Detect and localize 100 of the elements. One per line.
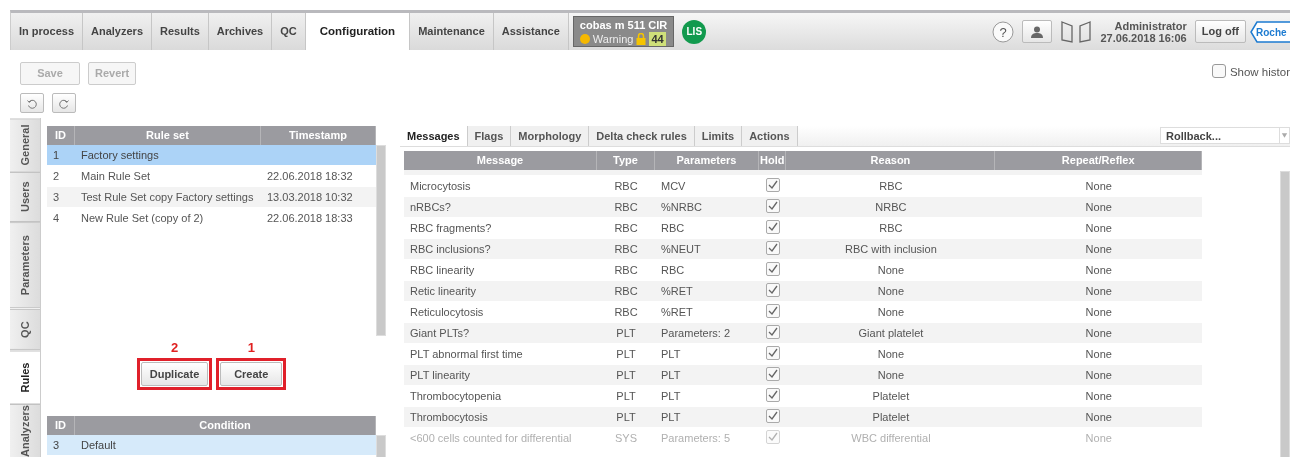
- hold-checkbox[interactable]: [765, 261, 780, 276]
- table-cell: RBC inclusions?: [404, 239, 597, 260]
- hold-checkbox[interactable]: [765, 345, 780, 360]
- tab[interactable]: Limits: [694, 126, 743, 146]
- nav-tab[interactable]: In process: [11, 13, 84, 50]
- column-header: Type: [597, 151, 655, 170]
- table-cell: 1: [47, 145, 75, 166]
- nav-tab[interactable]: Archives: [208, 13, 273, 50]
- show-history-label: Show histor: [1229, 65, 1290, 80]
- nav-tab[interactable]: Assistance: [493, 13, 569, 50]
- column-header: Condition: [75, 416, 376, 435]
- table-cell: PLT: [597, 365, 655, 386]
- table-cell: PLT: [597, 407, 655, 428]
- nav-tab[interactable]: Maintenance: [410, 13, 494, 50]
- tab[interactable]: Actions: [742, 126, 798, 146]
- column-header: Repeat/Reflex: [995, 151, 1202, 170]
- redo-icon: [59, 98, 69, 109]
- table-cell: Default: [75, 435, 376, 456]
- show-history-checkbox[interactable]: [1211, 64, 1226, 78]
- tab[interactable]: Delta check rules: [589, 126, 695, 146]
- table-cell: nRBCs?: [404, 197, 597, 218]
- user-icon: [1031, 26, 1044, 39]
- scrollbar[interactable]: [376, 145, 386, 336]
- log-off-button[interactable]: Log off: [1194, 20, 1246, 43]
- table-cell: 3: [47, 187, 75, 208]
- table-cell: PLT: [655, 407, 759, 428]
- column-header: ID: [47, 416, 75, 435]
- door-icon[interactable]: [1060, 19, 1093, 44]
- hold-checkbox[interactable]: [765, 408, 780, 423]
- column-header: Message: [404, 151, 597, 170]
- hold-checkbox[interactable]: [765, 198, 780, 213]
- user-button[interactable]: [1022, 20, 1053, 43]
- table-cell: None: [995, 239, 1202, 260]
- table-cell: PLT: [655, 365, 759, 386]
- tab[interactable]: Flags: [467, 126, 512, 146]
- table-cell: None: [995, 323, 1202, 344]
- side-tab[interactable]: Rules: [10, 349, 40, 404]
- table-cell: Parameters: 2: [655, 323, 759, 344]
- table-cell: NRBC: [786, 197, 996, 218]
- table-cell: None: [995, 407, 1202, 428]
- tab[interactable]: Messages: [400, 126, 468, 146]
- table-cell: Thrombocytosis: [404, 407, 597, 428]
- nav-tab[interactable]: Results: [152, 13, 209, 50]
- column-header: Parameters: [655, 151, 759, 170]
- help-icon[interactable]: ?: [992, 20, 1015, 43]
- redo-button[interactable]: [52, 92, 76, 113]
- annotation-number: 1: [246, 339, 256, 357]
- rollback-dropdown[interactable]: Rollback...: [1160, 127, 1290, 144]
- hold-checkbox[interactable]: [765, 303, 780, 318]
- column-header: Hold: [759, 151, 787, 170]
- hold-checkbox[interactable]: [765, 177, 780, 192]
- table-cell: RBC with inclusion: [786, 239, 996, 260]
- duplicate-button[interactable]: Duplicate: [140, 361, 209, 386]
- column-header: ID: [47, 126, 75, 145]
- tab[interactable]: Morphology: [511, 126, 590, 146]
- table-cell: PLT: [597, 323, 655, 344]
- column-header: Timestamp: [261, 126, 376, 145]
- hold-checkbox[interactable]: [765, 240, 780, 255]
- table-cell: None: [995, 197, 1202, 218]
- table-cell: Platelet: [786, 407, 996, 428]
- undo-button[interactable]: [20, 92, 44, 113]
- side-tab[interactable]: General: [10, 118, 40, 173]
- table-cell: RBC: [597, 239, 655, 260]
- table-cell: Giant PLTs?: [404, 323, 597, 344]
- hold-checkbox[interactable]: [765, 366, 780, 381]
- nav-tab[interactable]: QC: [272, 13, 306, 50]
- table-cell: %NEUT: [655, 239, 759, 260]
- date-time: 27.06.2018 16:06: [1100, 31, 1187, 44]
- table-cell: 3: [47, 435, 75, 456]
- column-header: Reason: [786, 151, 996, 170]
- table-cell: %NRBC: [655, 197, 759, 218]
- user-name: Administrator: [1113, 19, 1187, 32]
- table-cell: Test Rule Set copy Factory settings: [75, 187, 261, 208]
- table-cell: None: [995, 365, 1202, 386]
- scrollbar[interactable]: [1280, 171, 1290, 457]
- table-cell: PLT linearity: [404, 365, 597, 386]
- table-cell: Factory settings: [75, 145, 261, 166]
- side-tab[interactable]: Parameters: [10, 222, 40, 309]
- lis-indicator[interactable]: LIS: [682, 19, 707, 44]
- instrument-name: cobas m 511 CIR: [579, 18, 668, 32]
- undo-icon: [27, 98, 37, 109]
- column-header: Rule set: [75, 126, 261, 145]
- hold-checkbox[interactable]: [765, 219, 780, 234]
- nav-tab[interactable]: Configuration: [305, 13, 411, 50]
- table-cell: %RET: [655, 281, 759, 302]
- hold-checkbox[interactable]: [765, 387, 780, 402]
- side-tab[interactable]: QC: [10, 308, 40, 350]
- table-cell: None: [786, 365, 996, 386]
- status-text: Warning: [592, 32, 634, 46]
- table-cell: 13.03.2018 10:32: [261, 187, 376, 208]
- hold-checkbox[interactable]: [765, 324, 780, 339]
- side-tab[interactable]: Users: [10, 172, 40, 223]
- create-button[interactable]: Create: [220, 361, 283, 386]
- side-tab[interactable]: Analyzers: [10, 404, 40, 457]
- roche-logo: Roche: [1250, 20, 1290, 43]
- table-cell: None: [786, 281, 996, 302]
- hold-checkbox[interactable]: [765, 282, 780, 297]
- nav-tab[interactable]: Analyzers: [83, 13, 152, 50]
- annotation-number: 2: [169, 339, 180, 357]
- instrument-status-panel[interactable]: cobas m 511 CIR Warning 44: [572, 16, 675, 47]
